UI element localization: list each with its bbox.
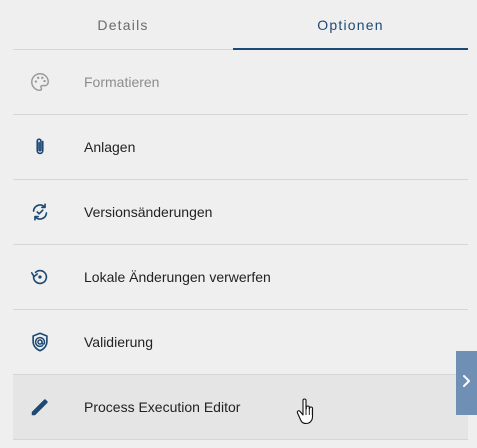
- menu-item-label: Versionsänderungen: [84, 204, 213, 220]
- chevron-right-icon: [461, 374, 473, 393]
- tab-details[interactable]: Details: [13, 0, 233, 49]
- menu-item-versionsaenderungen[interactable]: Versionsänderungen: [13, 180, 468, 245]
- menu-item-lokale-aenderungen-verwerfen[interactable]: Lokale Änderungen verwerfen: [13, 245, 468, 310]
- paperclip-icon: [28, 135, 52, 159]
- restore-icon: [28, 265, 52, 289]
- tab-optionen[interactable]: Optionen: [233, 0, 468, 49]
- pencil-icon: [28, 395, 52, 419]
- palette-icon: [28, 70, 52, 94]
- menu-item-formatieren[interactable]: Formatieren: [13, 50, 468, 115]
- hand-pointer-cursor: [296, 398, 316, 426]
- shield-at-icon: [28, 330, 52, 354]
- menu-item-label: Formatieren: [84, 74, 160, 90]
- menu-item-label: Process Execution Editor: [84, 399, 241, 415]
- menu-item-validierung[interactable]: Validierung: [13, 310, 468, 375]
- options-menu: Formatieren Anlagen Versionsänderungen L…: [13, 50, 468, 440]
- sync-check-icon: [28, 200, 52, 224]
- expand-panel-handle[interactable]: [456, 351, 477, 415]
- menu-item-process-execution-editor[interactable]: Process Execution Editor: [13, 375, 468, 440]
- menu-item-label: Validierung: [84, 334, 154, 350]
- menu-item-anlagen[interactable]: Anlagen: [13, 115, 468, 180]
- menu-item-label: Lokale Änderungen verwerfen: [84, 269, 271, 285]
- tab-bar: Details Optionen: [13, 0, 468, 50]
- menu-item-label: Anlagen: [84, 139, 136, 155]
